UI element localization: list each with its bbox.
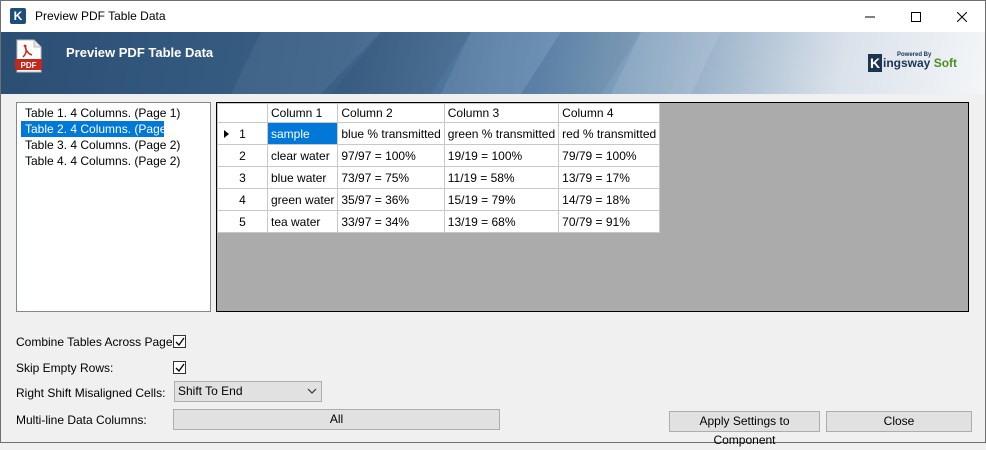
column-header[interactable]: Column 3 (443, 103, 560, 123)
table-row: 3 blue water 73/97 = 75% 11/19 = 58% 13/… (217, 166, 661, 189)
checkmark-icon (175, 337, 185, 347)
window-title: Preview PDF Table Data (35, 9, 166, 23)
table-row: 5 tea water 33/97 = 34% 13/19 = 68% 70/7… (217, 210, 661, 233)
apply-settings-button[interactable]: Apply Settings to Component (669, 411, 820, 447)
list-item[interactable]: Table 1. 4 Columns. (Page 1) (21, 105, 208, 121)
grid-cell[interactable]: 33/97 = 34% (337, 210, 445, 233)
pdf-table-list[interactable]: Table 1. 4 Columns. (Page 1) Table 2. 4 … (16, 102, 211, 312)
table-row: 1 sample blue % transmitted green % tran… (217, 122, 661, 145)
skip-empty-rows-checkbox[interactable] (173, 361, 186, 374)
grid-cell[interactable]: blue % transmitted (337, 122, 445, 145)
grid-cell[interactable]: green % transmitted (443, 122, 560, 145)
title-bar: K Preview PDF Table Data (1, 1, 985, 32)
pdf-icon: PDF (15, 39, 42, 73)
list-item[interactable]: Table 3. 4 Columns. (Page 2) (21, 137, 208, 153)
column-header[interactable]: Column 2 (337, 103, 445, 123)
grid-cell[interactable]: green water (266, 188, 339, 211)
grid-cell[interactable]: 97/97 = 100% (337, 144, 445, 167)
combine-tables-label: Combine Tables Across Pages: (16, 335, 182, 349)
grid-cell[interactable]: tea water (266, 210, 339, 233)
grid-cell[interactable]: 73/97 = 75% (337, 166, 445, 189)
column-header[interactable]: Column 1 (266, 103, 339, 123)
column-header[interactable]: Column 4 (558, 103, 661, 123)
grid-cell[interactable]: 11/19 = 58% (443, 166, 560, 189)
skip-empty-rows-label: Skip Empty Rows: (16, 361, 114, 375)
right-shift-label: Right Shift Misaligned Cells: (16, 386, 166, 400)
grid-cell[interactable]: 13/19 = 68% (443, 210, 560, 233)
grid-cell[interactable]: blue water (266, 166, 339, 189)
maximize-icon (911, 11, 921, 22)
minimize-button[interactable] (847, 1, 893, 32)
grid-cell[interactable]: 14/79 = 18% (558, 188, 661, 211)
brand-name-soft: Soft (933, 56, 958, 70)
banner-background (231, 32, 721, 94)
data-grid[interactable]: Column 1 Column 2 Column 3 Column 4 1 sa… (216, 102, 969, 312)
brand-name: ingsway Soft (883, 56, 957, 70)
right-shift-value: Shift To End (178, 384, 243, 398)
checkmark-icon (175, 363, 185, 373)
pdf-icon-label: PDF (21, 61, 37, 70)
current-row-arrow-icon (224, 130, 229, 138)
right-shift-select[interactable]: Shift To End (174, 381, 322, 402)
row-header[interactable]: 2 (217, 144, 268, 167)
app-icon: K (10, 8, 26, 24)
preview-table: Column 1 Column 2 Column 3 Column 4 1 sa… (217, 103, 661, 233)
table-row: 2 clear water 97/97 = 100% 19/19 = 100% … (217, 144, 661, 167)
grid-cell[interactable]: 79/79 = 100% (558, 144, 661, 167)
grid-cell[interactable]: sample (266, 122, 339, 145)
grid-cell[interactable]: 70/79 = 91% (558, 210, 661, 233)
grid-cell[interactable]: 35/97 = 36% (337, 188, 445, 211)
header-banner: PDF Preview PDF Table Data Powered By K … (1, 32, 985, 94)
list-item[interactable]: Table 2. 4 Columns. (Page 1) (21, 121, 180, 137)
header-row: Column 1 Column 2 Column 3 Column 4 (217, 103, 661, 123)
brand-name-main: ingsway (883, 56, 931, 70)
multiline-columns-selector[interactable]: All (173, 409, 500, 430)
kingswaysoft-logo: Powered By K ingsway Soft (865, 52, 981, 76)
close-icon (957, 11, 967, 22)
row-header[interactable]: 5 (217, 210, 268, 233)
grid-cell[interactable]: 13/79 = 17% (558, 166, 661, 189)
combine-tables-checkbox[interactable] (173, 335, 186, 348)
grid-corner[interactable] (217, 103, 268, 123)
grid-cell[interactable]: red % transmitted (558, 122, 661, 145)
close-button[interactable]: Close (826, 411, 972, 432)
chevron-down-icon (307, 388, 317, 394)
multiline-columns-label: Multi-line Data Columns: (16, 413, 147, 427)
dialog-window: K Preview PDF Table Data PDF Preview PDF… (0, 0, 986, 447)
close-window-button[interactable] (939, 1, 985, 32)
list-item[interactable]: Table 4. 4 Columns. (Page 2) (21, 153, 208, 169)
brand-k-mark: K (868, 54, 882, 72)
table-row: 4 green water 35/97 = 36% 15/19 = 79% 14… (217, 188, 661, 211)
grid-cell[interactable]: 19/19 = 100% (443, 144, 560, 167)
row-header[interactable]: 3 (217, 166, 268, 189)
grid-cell[interactable]: clear water (266, 144, 339, 167)
row-header[interactable]: 1 (217, 122, 268, 145)
minimize-icon (865, 16, 875, 17)
maximize-button[interactable] (893, 1, 939, 32)
row-header[interactable]: 4 (217, 188, 268, 211)
grid-cell[interactable]: 15/19 = 79% (443, 188, 560, 211)
banner-title: Preview PDF Table Data (66, 45, 214, 60)
